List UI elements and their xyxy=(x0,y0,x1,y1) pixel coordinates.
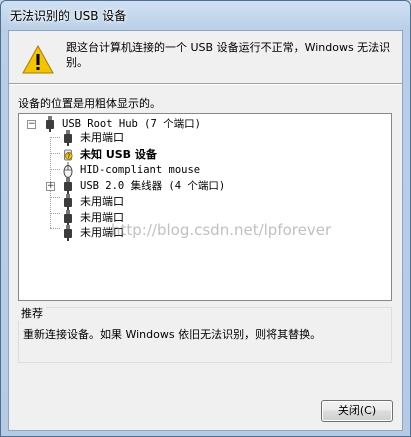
watermark: http://blog.csdn.net/lpforever xyxy=(111,221,332,239)
tree-node-usb-hub[interactable]: + USB 2.0 集线器 (4 个端口) xyxy=(19,178,389,194)
recommendation-text: 重新连接设备。如果 Windows 依旧无法识别，则将其替换。 xyxy=(23,328,322,341)
tree-node-label: 未用端口 xyxy=(80,131,124,144)
recommendation-title: 推荐 xyxy=(18,305,46,321)
window-title: 无法识别的 USB 设备 xyxy=(10,9,127,23)
error-message: 跟这台计算机连接的一个 USB 设备运行不正常，Windows 无法识别。 xyxy=(66,41,391,69)
tree-node-label: 未用端口 xyxy=(80,195,124,208)
usb-plug-icon xyxy=(64,178,72,194)
warning-icon xyxy=(22,45,54,74)
tree-caption: 设备的位置是用粗体显示的。 xyxy=(18,97,161,110)
close-button[interactable]: 关闭(C) xyxy=(321,400,393,422)
title-bar[interactable]: 无法识别的 USB 设备 xyxy=(1,1,410,29)
tree-node-unused-port[interactable]: 未用端口 xyxy=(19,194,389,210)
usb-plug-icon xyxy=(64,130,72,146)
mouse-icon xyxy=(63,162,73,178)
tree-node-unknown-usb-device[interactable]: ? 未知 USB 设备 xyxy=(19,147,389,163)
svg-text:?: ? xyxy=(67,154,70,160)
tree-node-label: USB 2.0 集线器 (4 个端口) xyxy=(80,180,226,192)
separator xyxy=(9,83,402,85)
usb-plug-icon xyxy=(64,225,72,241)
dialog-window: 无法识别的 USB 设备 跟这台计算机连接的一个 USB 设备运行不正常，Win… xyxy=(0,0,411,437)
tree-node-label: 未知 USB 设备 xyxy=(80,148,157,161)
recommendation-box: 推荐 重新连接设备。如果 Windows 依旧无法识别，则将其替换。 xyxy=(18,305,392,363)
collapse-icon[interactable]: − xyxy=(27,120,36,129)
usb-device-tree[interactable]: − USB Root Hub (7 个端口) 未用端口 ? 未知 USB 设备 … xyxy=(18,113,392,301)
tree-node-label: HID-compliant mouse xyxy=(80,164,201,176)
usb-plug-icon xyxy=(64,210,72,226)
usb-plug-icon xyxy=(64,194,72,210)
tree-node-hid-mouse[interactable]: HID-compliant mouse xyxy=(19,162,389,178)
unknown-device-icon: ? xyxy=(64,149,73,161)
expand-icon[interactable]: + xyxy=(46,182,55,191)
tree-node-unused-port[interactable]: 未用端口 xyxy=(19,130,389,146)
